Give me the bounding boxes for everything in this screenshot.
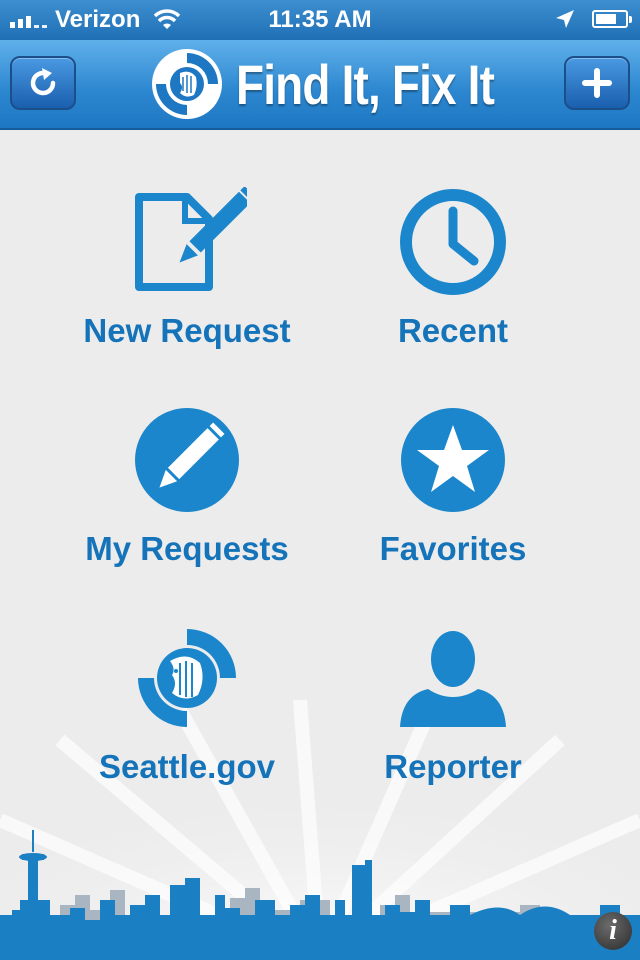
new-request-tile[interactable]: New Request [37,182,337,382]
app-title: Find It, Fix It [236,52,495,116]
my-requests-tile[interactable]: My Requests [37,400,337,600]
seattle-gov-label: Seattle.gov [98,748,276,785]
battery-icon [592,10,632,28]
seattle-gov-tile[interactable]: Seattle.gov [37,618,337,818]
nav-bar: Find It, Fix It [0,40,640,130]
plus-icon [582,68,612,98]
seattle-seal-icon [152,49,222,119]
reporter-label: Reporter [384,748,522,785]
new-request-icon [135,187,247,291]
favorites-tile[interactable]: Favorites [303,400,603,600]
person-icon [400,631,506,727]
info-icon: i [609,915,617,946]
location-arrow-icon [556,10,574,28]
app-title-group: Find It, Fix It [150,46,551,122]
info-button[interactable]: i [594,912,632,950]
add-button[interactable] [564,56,630,110]
reporter-tile[interactable]: Reporter [303,618,603,818]
new-request-label: New Request [83,312,291,349]
refresh-icon [30,68,56,96]
clock-icon [400,189,506,295]
my-requests-label: My Requests [85,530,289,567]
status-bar: Verizon 11:35 AM [0,0,640,40]
pencil-circle-icon [135,408,239,512]
seattle-seal-icon [138,629,236,727]
star-icon [401,408,505,512]
recent-tile[interactable]: Recent [303,182,603,382]
refresh-button[interactable] [10,56,76,110]
recent-label: Recent [397,312,509,349]
status-time: 11:35 AM [268,6,372,33]
favorites-label: Favorites [379,530,527,567]
